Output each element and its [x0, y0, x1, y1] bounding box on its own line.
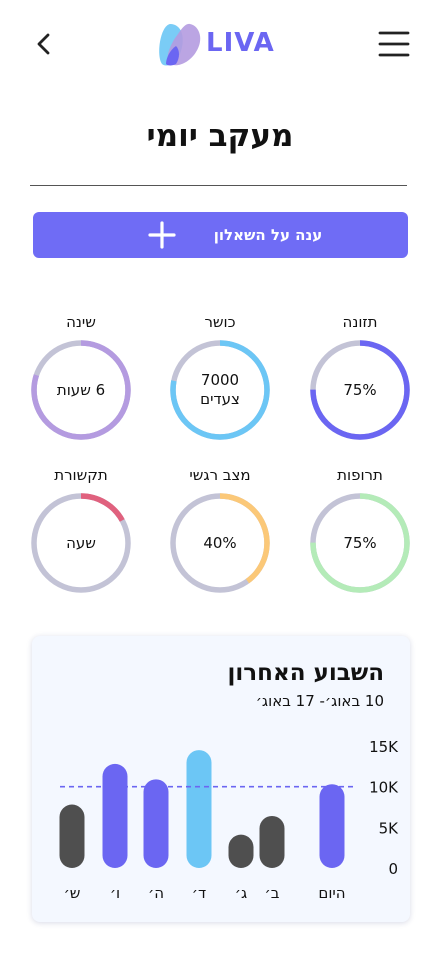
top-bar: LIVA: [0, 0, 440, 90]
metric-nutrition[interactable]: תזונה 75%: [300, 313, 420, 463]
progress-ring: שעה: [30, 492, 132, 594]
metric-label: שינה: [66, 313, 96, 331]
metric-value: 7000 צעדים: [200, 371, 240, 408]
page-title: מעקב יומי: [146, 118, 294, 154]
metric-communication[interactable]: תקשורת שעה: [21, 466, 141, 616]
progress-ring: 75%: [309, 339, 411, 441]
metric-value: שעה: [66, 533, 96, 552]
divider: [30, 185, 407, 186]
metric-value: 75%: [343, 380, 377, 399]
x-tick-label: ד׳: [192, 884, 206, 902]
y-tick-label: 0: [388, 860, 398, 878]
metric-label: מצב רגשי: [189, 466, 251, 484]
progress-ring: 7000 צעדים: [169, 339, 271, 441]
bar: [319, 784, 345, 868]
metric-label: תזונה: [342, 313, 378, 331]
plus-icon: [148, 221, 176, 249]
y-tick-label: 5K: [379, 819, 400, 837]
x-tick-label: ב׳: [265, 884, 280, 902]
bar: [228, 834, 254, 868]
answer-questionnaire-button[interactable]: ענה על השאלון: [33, 212, 408, 258]
x-tick-label: ו׳: [110, 884, 120, 902]
bar: [59, 804, 85, 868]
metric-value: 75%: [343, 533, 377, 552]
weekly-steps-chart: 0 5K 10K 15K היום ב׳ ג׳ ד׳ ה׳ ו׳ ש׳: [59, 738, 400, 902]
bar: [186, 750, 212, 868]
back-button[interactable]: [28, 28, 60, 60]
metric-label: תרופות: [337, 466, 383, 484]
x-tick-label: היום: [318, 884, 345, 902]
y-tick-label: 15K: [369, 738, 399, 756]
bar: [102, 763, 128, 868]
hamburger-menu-icon: [378, 31, 410, 57]
bar: [143, 779, 169, 868]
logo-mark: [159, 23, 201, 66]
chevron-left-icon: [37, 33, 50, 55]
progress-ring: 6 שעות: [30, 339, 132, 441]
logo: LIVA: [156, 20, 280, 72]
progress-ring: 75%: [309, 492, 411, 594]
metric-fitness[interactable]: כושר 7000 צעדים: [160, 313, 280, 463]
x-tick-label: ש׳: [64, 884, 81, 902]
logo-text: LIVA: [206, 28, 275, 58]
metric-label: תקשורת: [54, 466, 108, 484]
menu-button[interactable]: [376, 28, 414, 60]
x-tick-label: ה׳: [148, 884, 164, 902]
metric-sleep[interactable]: שינה 6 שעות: [21, 313, 141, 463]
metric-value: 40%: [203, 533, 237, 552]
x-tick-label: ג׳: [235, 884, 247, 902]
y-tick-label: 10K: [369, 779, 399, 797]
metric-label: כושר: [204, 313, 236, 331]
metric-medications[interactable]: תרופות 75%: [300, 466, 420, 616]
metric-value: 6 שעות: [56, 380, 106, 399]
bar: [259, 815, 285, 868]
progress-ring: 40%: [169, 492, 271, 594]
metric-mood[interactable]: מצב רגשי 40%: [160, 466, 280, 616]
weekly-summary-card[interactable]: השבוע האחרון 10 באוג׳- 17 באוג׳ 0 5K 10K 15…: [32, 636, 410, 922]
answer-questionnaire-label: ענה על השאלון: [213, 226, 323, 244]
